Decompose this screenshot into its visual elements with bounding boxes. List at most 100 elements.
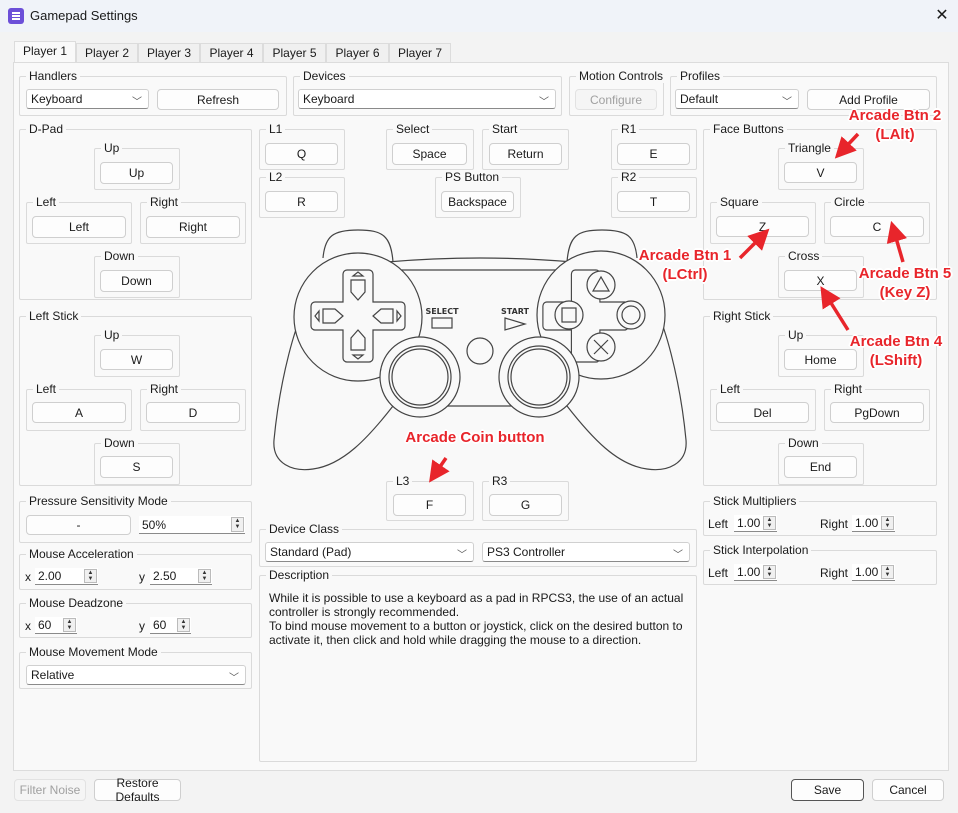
circle-button[interactable]: C — [830, 216, 924, 237]
spin-arrows-icon[interactable]: ▲ ▼ — [881, 516, 894, 530]
spin-arrows-icon[interactable]: ▲ ▼ — [177, 618, 190, 632]
mouse-mode-select[interactable]: Relative ﹀ — [26, 665, 246, 685]
left-stick-down-button[interactable]: S — [100, 456, 173, 478]
tab-player-3[interactable]: Player 3 — [138, 43, 200, 63]
r1-button[interactable]: E — [617, 143, 690, 165]
r2-button[interactable]: T — [617, 191, 690, 212]
ps-button-icon — [466, 337, 494, 365]
tab-player-1[interactable]: Player 1 — [14, 41, 76, 63]
stick-interp-left-spinbox[interactable]: 1.00 ▲ ▼ — [734, 564, 777, 581]
cross-button[interactable]: X — [784, 270, 857, 291]
refresh-button[interactable]: Refresh — [157, 89, 279, 110]
cancel-button[interactable]: Cancel — [872, 779, 944, 801]
stick-multiplier-left-spinbox[interactable]: 1.00 ▲ ▼ — [734, 515, 777, 532]
select-text: SELECT — [425, 307, 459, 316]
tab-player-5[interactable]: Player 5 — [263, 43, 326, 63]
left-stick-right-button[interactable]: D — [146, 402, 240, 423]
group-title: Profiles — [677, 69, 724, 83]
mouse-deadzone-y-spinbox[interactable]: 60 ▲ ▼ — [150, 617, 191, 634]
group-title: Stick Interpolation — [710, 543, 812, 557]
group-title: R3 — [489, 474, 511, 488]
description-paragraph: To bind mouse movement to a button or jo… — [269, 619, 683, 647]
square-button[interactable]: Z — [716, 216, 809, 237]
group-title: L1 — [266, 122, 286, 136]
spin-arrows-icon[interactable]: ▲ ▼ — [84, 569, 97, 583]
l1-button[interactable]: Q — [265, 143, 338, 165]
left-label: Left — [708, 566, 729, 580]
spin-arrows-icon[interactable]: ▲ ▼ — [763, 516, 776, 530]
group-title: Right — [147, 382, 182, 396]
right-stick-left-button[interactable]: Del — [716, 402, 809, 423]
triangle-button-icon — [586, 270, 616, 300]
window-title: Gamepad Settings — [30, 8, 138, 23]
start-button[interactable]: Return — [489, 143, 562, 165]
annotation-arcade-btn-5: Arcade Btn 5 (Key Z) — [858, 265, 952, 301]
device-class-select[interactable]: Standard (Pad) ﹀ — [265, 542, 474, 562]
profile-select[interactable]: Default ﹀ — [675, 89, 799, 109]
group-title: Up — [101, 141, 123, 155]
tab-player-2[interactable]: Player 2 — [76, 43, 138, 63]
square-button-icon — [554, 300, 584, 330]
pressure-button[interactable]: - — [26, 515, 131, 535]
y-label: y — [139, 619, 145, 633]
spin-arrows-icon[interactable]: ▲ ▼ — [63, 618, 76, 632]
group-title: Description — [266, 568, 333, 582]
chevron-down-icon: ﹀ — [229, 673, 239, 684]
close-icon[interactable]: ✕ — [933, 5, 951, 25]
left-label: Left — [708, 517, 729, 531]
group-title: Start — [489, 122, 521, 136]
stick-interp-right-spinbox[interactable]: 1.00 ▲ ▼ — [852, 564, 895, 581]
handler-select[interactable]: Keyboard ﹀ — [26, 89, 149, 109]
title-bar: Gamepad Settings ✕ — [0, 0, 958, 32]
spin-value: 50% — [142, 517, 167, 532]
group-title: L2 — [266, 170, 286, 184]
stick-multiplier-right-spinbox[interactable]: 1.00 ▲ ▼ — [852, 515, 895, 532]
group-title: D-Pad — [26, 122, 67, 136]
triangle-button[interactable]: V — [784, 162, 857, 183]
group-title: L3 — [393, 474, 413, 488]
configure-button[interactable]: Configure — [575, 89, 657, 110]
group-title: Circle — [831, 195, 868, 209]
chevron-down-icon: ﹀ — [782, 97, 792, 108]
r3-button[interactable]: G — [489, 494, 562, 516]
pressure-spinbox[interactable]: 50% ▲ ▼ — [139, 516, 245, 534]
mouse-accel-y-spinbox[interactable]: 2.50 ▲ ▼ — [150, 568, 212, 585]
spin-arrows-icon[interactable]: ▲ ▼ — [198, 569, 211, 583]
ps-button[interactable]: Backspace — [441, 191, 514, 212]
group-title: Motion Controls — [576, 69, 667, 83]
left-stick-left-button[interactable]: A — [32, 402, 126, 423]
right-stick-down-button[interactable]: End — [784, 456, 857, 478]
spin-arrows-icon[interactable]: ▲ ▼ — [881, 565, 894, 579]
group-title: Square — [717, 195, 762, 209]
tab-player-7[interactable]: Player 7 — [389, 43, 451, 63]
annotation-arcade-btn-2: Arcade Btn 2 (LAlt) — [848, 107, 942, 143]
right-stick-right-button[interactable]: PgDown — [830, 402, 924, 423]
left-stick-up-button[interactable]: W — [100, 349, 173, 370]
mouse-accel-x-spinbox[interactable]: 2.00 ▲ ▼ — [35, 568, 98, 585]
group-title: Mouse Deadzone — [26, 596, 127, 610]
group-title: Up — [101, 328, 123, 342]
device-type-select[interactable]: PS3 Controller ﹀ — [482, 542, 690, 562]
spin-arrows-icon[interactable]: ▲ ▼ — [231, 517, 244, 532]
tab-player-6[interactable]: Player 6 — [326, 43, 389, 63]
spin-value: 1.00 — [855, 565, 879, 579]
select-button-icon — [431, 317, 453, 329]
chevron-down-icon: ﹀ — [539, 97, 549, 108]
device-select[interactable]: Keyboard ﹀ — [298, 89, 556, 109]
l3-button[interactable]: F — [393, 494, 466, 516]
save-button[interactable]: Save — [791, 779, 864, 801]
spin-arrows-icon[interactable]: ▲ ▼ — [763, 565, 776, 579]
filter-noise-button[interactable]: Filter Noise — [14, 779, 86, 801]
tab-player-4[interactable]: Player 4 — [200, 43, 263, 63]
group-title: Triangle — [785, 141, 834, 155]
dpad-up-button[interactable]: Up — [100, 162, 173, 184]
select-value: Keyboard — [31, 92, 83, 106]
restore-defaults-button[interactable]: Restore Defaults — [94, 776, 181, 804]
dpad-down-button[interactable]: Down — [100, 270, 173, 292]
group-title: Right — [831, 382, 866, 396]
dpad-right-button[interactable]: Right — [146, 216, 240, 238]
mouse-deadzone-x-spinbox[interactable]: 60 ▲ ▼ — [35, 617, 77, 634]
l2-button[interactable]: R — [265, 191, 338, 212]
dpad-left-button[interactable]: Left — [32, 216, 126, 238]
select-button[interactable]: Space — [392, 143, 467, 165]
